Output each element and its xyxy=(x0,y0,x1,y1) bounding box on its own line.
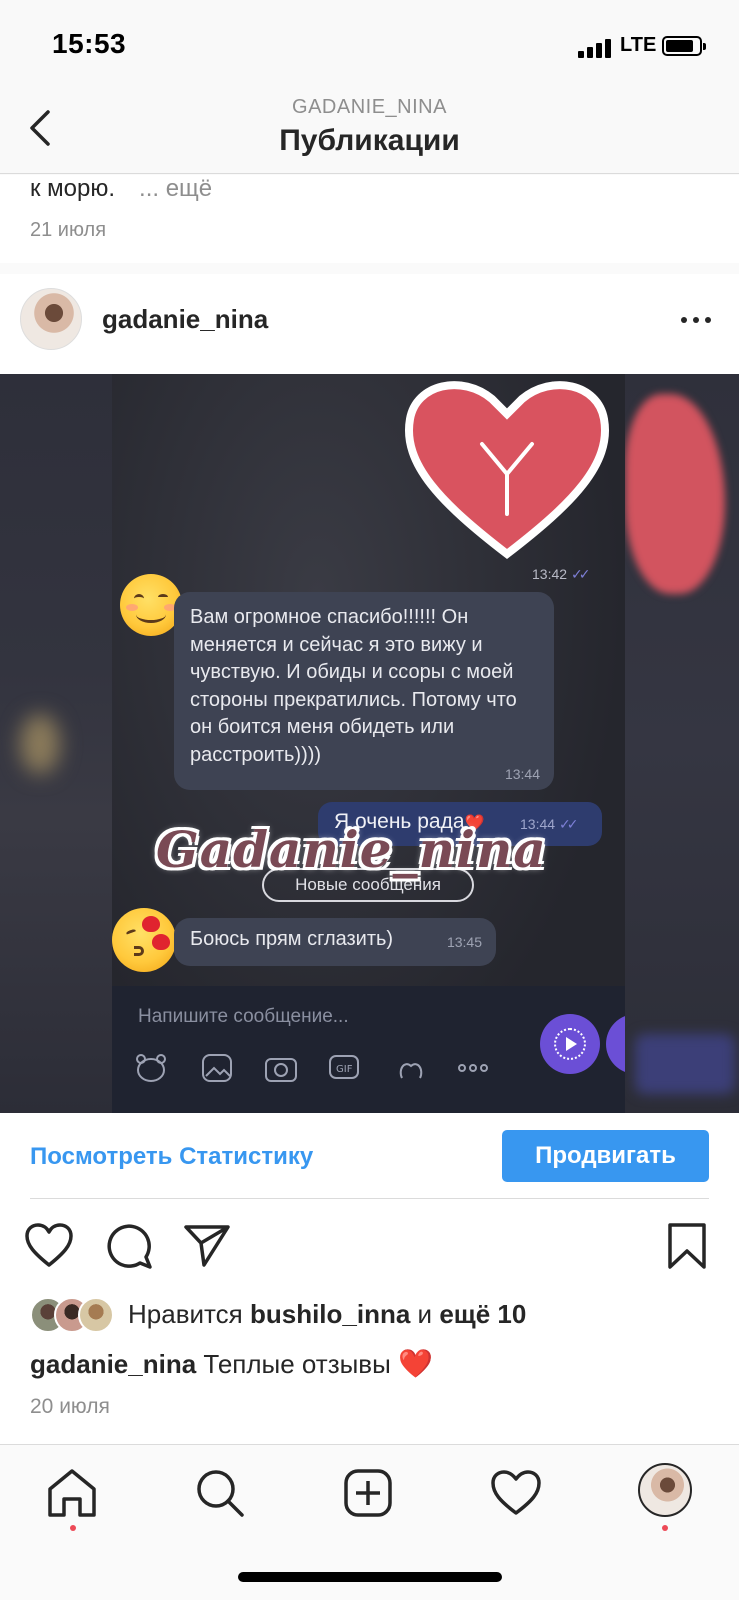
home-icon[interactable] xyxy=(44,1465,100,1521)
signal-icon xyxy=(578,38,612,58)
voice-send-icon xyxy=(540,1014,600,1074)
more-link[interactable]: ... ещё xyxy=(139,175,212,202)
message-time: 13:44 xyxy=(504,766,540,782)
network-type: LTE xyxy=(620,34,657,56)
gif-icon: GIF xyxy=(329,1055,359,1079)
home-indicator[interactable] xyxy=(238,1572,502,1582)
battery-icon xyxy=(662,36,706,56)
status-time: 15:53 xyxy=(52,28,127,59)
post-actions xyxy=(0,1199,739,1289)
view-insights-link[interactable]: Посмотреть Статистику xyxy=(30,1143,313,1171)
likes-summary[interactable]: Нравится bushilo_inna и ещё 10 xyxy=(128,1299,526,1330)
comment-icon[interactable] xyxy=(104,1221,154,1271)
composer-placeholder: Напишите сообщение... xyxy=(138,1006,349,1027)
blurred-background-left xyxy=(0,374,112,1113)
chat-screenshot: 13:42 ✓✓ Вам огромное спасибо!!!!!! Он ме… xyxy=(112,374,625,1113)
message-time: 13:45 xyxy=(446,934,482,950)
more-dots-icon[interactable] xyxy=(680,310,712,330)
notification-dot xyxy=(662,1525,668,1531)
camera-icon xyxy=(265,1058,297,1082)
previous-post-tail: к морю. ... ещё 21 июля xyxy=(0,175,739,263)
previous-post-date: 21 июля xyxy=(30,219,107,241)
gift-icon xyxy=(399,1063,423,1079)
incoming-message-text: Боюсь прям сглазить) xyxy=(190,928,394,950)
composer-toolbar: GIF xyxy=(134,1052,514,1088)
share-icon[interactable] xyxy=(182,1221,232,1271)
message-time: 13:42 ✓✓ xyxy=(532,566,591,582)
like-heart-icon[interactable] xyxy=(24,1221,74,1271)
previous-caption-text: к морю. xyxy=(30,175,116,202)
watermark-logo: Gadanie_nina xyxy=(156,820,547,879)
notification-dot xyxy=(70,1525,76,1531)
kiss-emoji-icon xyxy=(112,908,176,972)
avatar[interactable] xyxy=(20,288,82,350)
nav-subtitle: GADANIE_NINA xyxy=(292,96,447,118)
page-title: Публикации xyxy=(279,124,460,157)
bookmark-icon[interactable] xyxy=(662,1221,712,1271)
promote-button[interactable]: Продвигать xyxy=(502,1130,709,1182)
post-caption: gadanie_nina Теплые отзывы ❤️ xyxy=(30,1347,433,1380)
incoming-message-text: Вам огромное спасибо!!!!!! Он меняется и… xyxy=(190,606,517,766)
caption-username[interactable]: gadanie_nina xyxy=(30,1349,196,1379)
new-post-icon[interactable] xyxy=(340,1465,396,1521)
bear-sticker-icon xyxy=(136,1054,166,1082)
incoming-message: Боюсь прям сглазить) 13:45 xyxy=(174,918,496,966)
caption-text: Теплые отзывы xyxy=(203,1349,391,1379)
heart-sticker-icon xyxy=(405,381,609,560)
post-image[interactable]: 13:42 ✓✓ Вам огромное спасибо!!!!!! Он ме… xyxy=(0,374,739,1113)
search-icon[interactable] xyxy=(192,1465,248,1521)
incoming-message: Вам огромное спасибо!!!!!! Он меняется и… xyxy=(174,592,554,790)
voice-send-icon xyxy=(606,1014,625,1074)
likes-count[interactable]: ещё 10 xyxy=(439,1299,526,1329)
avatar xyxy=(78,1297,114,1333)
liker-username[interactable]: bushilo_inna xyxy=(250,1299,410,1329)
status-bar: 15:53 LTE xyxy=(0,0,739,92)
svg-text:GIF: GIF xyxy=(336,1064,353,1075)
profile-avatar[interactable] xyxy=(638,1463,692,1517)
caption-heart-emoji: ❤️ xyxy=(398,1348,433,1379)
post-header: gadanie_nina xyxy=(0,274,739,374)
insights-row: Посмотреть Статистику Продвигать xyxy=(0,1113,739,1199)
image-icon xyxy=(202,1054,232,1082)
post-meta: Нравится bushilo_inna и ещё 10 gadanie_n… xyxy=(0,1289,739,1449)
nav-header: GADANIE_NINA Публикации xyxy=(0,92,739,174)
previous-caption: к морю. ... ещё xyxy=(30,175,212,203)
more-options-icon xyxy=(458,1064,488,1072)
blurred-background-right xyxy=(625,374,739,1113)
post-date: 20 июля xyxy=(30,1395,110,1418)
activity-heart-icon[interactable] xyxy=(488,1465,544,1521)
message-composer: Напишите сообщение... GIF xyxy=(112,986,625,1113)
smile-emoji-icon xyxy=(120,574,182,636)
liker-avatars[interactable] xyxy=(30,1297,120,1333)
post-username[interactable]: gadanie_nina xyxy=(102,304,268,335)
